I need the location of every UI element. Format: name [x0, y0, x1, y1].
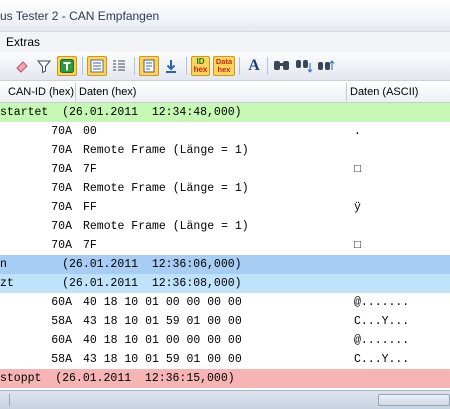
- message-row[interactable]: 58A 43 18 10 01 59 01 00 00 C...Y...: [0, 350, 450, 369]
- message-row[interactable]: 70A 7F □: [0, 160, 450, 179]
- data-hex-button[interactable]: Data hex: [213, 56, 235, 76]
- message-row[interactable]: 60A 40 18 10 01 00 00 00 00 @.......: [0, 331, 450, 350]
- list-compact-button[interactable]: [109, 56, 129, 76]
- message-row[interactable]: 70A Remote Frame (Länge = 1): [0, 179, 450, 198]
- download-button[interactable]: [161, 56, 181, 76]
- find-icon: [274, 61, 289, 70]
- data-hex-cell: 7F: [83, 239, 97, 252]
- data-hex-cell: 00: [83, 125, 97, 138]
- column-data-hex[interactable]: Daten (hex): [76, 81, 136, 103]
- status-event-row[interactable]: stoppt (26.01.2011 12:36:15,000): [0, 369, 450, 388]
- id-hex-bottom: hex: [193, 65, 208, 74]
- can-id-cell: 70A: [51, 182, 72, 195]
- filter-icon: [36, 60, 52, 74]
- data-ascii-cell: □: [354, 163, 361, 176]
- data-hex-cell: 7F: [83, 163, 97, 176]
- message-row[interactable]: 70A Remote Frame (Länge = 1): [0, 217, 450, 236]
- status-event-row[interactable]: zt (26.01.2011 12:36:08,000): [0, 274, 450, 293]
- list-view-icon: [90, 59, 104, 73]
- can-id-cell: 60A: [51, 296, 72, 309]
- data-ascii-cell: @.......: [354, 296, 410, 309]
- can-id-cell: 60A: [51, 334, 72, 347]
- can-id-cell: 58A: [51, 315, 72, 328]
- data-ascii-cell: C...Y...: [354, 353, 410, 366]
- message-list[interactable]: startet (26.01.2011 12:34:48,000) 70A 00. 7…: [0, 103, 450, 390]
- data-hex-cell: Remote Frame (Länge = 1): [83, 144, 249, 157]
- font-button[interactable]: A: [244, 56, 264, 76]
- menu-bar: Extras: [0, 32, 450, 52]
- message-row[interactable]: 70A FF ÿ: [0, 198, 450, 217]
- menu-extras[interactable]: Extras: [6, 35, 40, 49]
- data-hex-cell: Remote Frame (Länge = 1): [83, 182, 249, 195]
- list-compact-icon: [113, 60, 125, 71]
- download-icon: [166, 60, 176, 73]
- message-row[interactable]: 70A 7F □: [0, 236, 450, 255]
- window-title: us Tester 2 - CAN Empfangen: [0, 9, 160, 23]
- id-hex-button[interactable]: ID hex: [191, 56, 210, 76]
- data-hex-cell: FF: [83, 201, 97, 214]
- data-hex-cell: 40 18 10 01 00 00 00 00: [83, 296, 242, 309]
- data-hex-cell: 43 18 10 01 59 01 00 00: [83, 315, 242, 328]
- scroll-thumb[interactable]: [378, 394, 450, 406]
- find-button[interactable]: [272, 56, 292, 76]
- toolbar-separator: [82, 57, 83, 75]
- filter-button[interactable]: [34, 56, 54, 76]
- data-ascii-cell: C...Y...: [354, 315, 410, 328]
- column-can-id[interactable]: CAN-ID (hex): [5, 81, 74, 103]
- can-id-cell: 70A: [51, 239, 72, 252]
- find-down-icon: [296, 60, 313, 73]
- trigger-icon: [60, 59, 74, 73]
- scroll-left-segment[interactable]: [0, 394, 10, 406]
- event-text: n (26.01.2011 12:36:06,000): [0, 258, 242, 271]
- save-log-button[interactable]: [139, 56, 159, 76]
- find-previous-button[interactable]: [316, 56, 336, 76]
- trigger-button[interactable]: [57, 56, 77, 76]
- title-bar: us Tester 2 - CAN Empfangen: [0, 0, 450, 32]
- can-id-cell: 70A: [51, 125, 72, 138]
- column-header: CAN-ID (hex) Daten (hex) Daten (ASCII): [0, 81, 450, 103]
- can-id-cell: 70A: [51, 201, 72, 214]
- eraser-button[interactable]: [12, 56, 32, 76]
- event-text: zt (26.01.2011 12:36:08,000): [0, 277, 242, 290]
- data-hex-bottom: hex: [217, 65, 231, 74]
- data-hex-cell: 43 18 10 01 59 01 00 00: [83, 353, 242, 366]
- data-ascii-cell: ÿ: [354, 201, 361, 214]
- status-event-row[interactable]: startet (26.01.2011 12:34:48,000): [0, 103, 450, 122]
- horizontal-scrollbar[interactable]: [0, 390, 450, 409]
- event-text: startet (26.01.2011 12:34:48,000): [0, 106, 242, 119]
- find-up-icon: [318, 60, 335, 70]
- toolbar-separator: [267, 57, 268, 75]
- eraser-icon: [16, 61, 28, 73]
- data-ascii-cell: @.......: [354, 334, 410, 347]
- toolbar-separator: [239, 57, 240, 75]
- status-event-row[interactable]: n (26.01.2011 12:36:06,000): [0, 255, 450, 274]
- can-id-cell: 58A: [51, 353, 72, 366]
- toolbar: ID hex Data hex A: [0, 52, 450, 81]
- toolbar-separator: [186, 57, 187, 75]
- message-row[interactable]: 70A Remote Frame (Länge = 1): [0, 141, 450, 160]
- can-id-cell: 70A: [51, 144, 72, 157]
- column-data-ascii[interactable]: Daten (ASCII): [347, 81, 418, 103]
- event-text: stoppt (26.01.2011 12:36:15,000): [0, 372, 235, 385]
- font-icon: A: [248, 57, 260, 74]
- message-row[interactable]: 70A 00.: [0, 122, 450, 141]
- data-ascii-cell: .: [354, 125, 361, 138]
- save-log-icon: [143, 59, 155, 73]
- message-row[interactable]: 58A 43 18 10 01 59 01 00 00 C...Y...: [0, 312, 450, 331]
- list-view-button[interactable]: [87, 56, 107, 76]
- data-hex-cell: Remote Frame (Länge = 1): [83, 220, 249, 233]
- find-next-button[interactable]: [294, 56, 314, 76]
- can-id-cell: 70A: [51, 163, 72, 176]
- data-hex-cell: 40 18 10 01 00 00 00 00: [83, 334, 242, 347]
- message-row[interactable]: 60A 40 18 10 01 00 00 00 00 @.......: [0, 293, 450, 312]
- data-ascii-cell: □: [354, 239, 361, 252]
- toolbar-separator: [134, 57, 135, 75]
- can-id-cell: 70A: [51, 220, 72, 233]
